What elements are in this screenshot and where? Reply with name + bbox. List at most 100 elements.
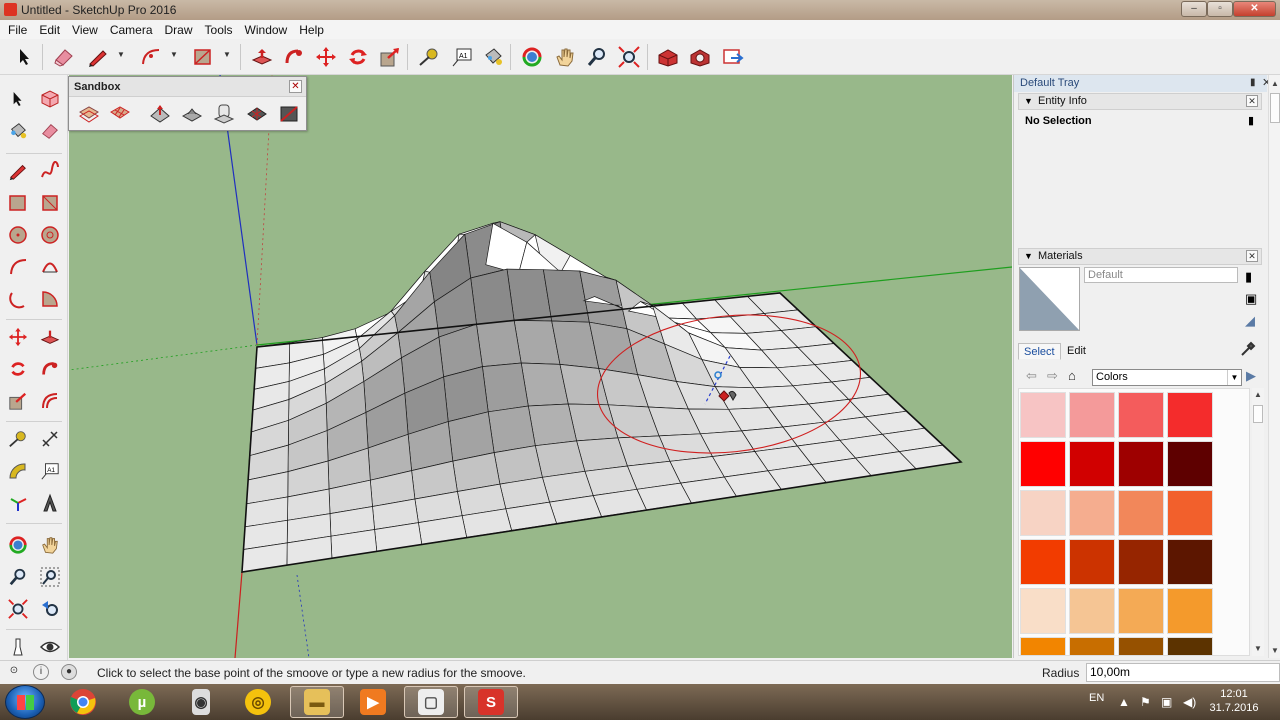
color-swatch[interactable] — [1118, 441, 1164, 487]
color-swatch[interactable] — [1069, 490, 1115, 536]
sandbox-titlebar[interactable]: Sandbox ✕ — [69, 77, 306, 97]
tape-measure-icon[interactable] — [6, 427, 30, 451]
paint-bucket-icon[interactable] — [481, 45, 505, 69]
eraser-icon[interactable] — [52, 45, 76, 69]
menu-draw[interactable]: Draw — [159, 23, 199, 37]
from-contours-icon[interactable] — [76, 101, 102, 127]
paint-bucket-icon[interactable] — [6, 119, 30, 143]
line-dropdown-icon[interactable]: ▼ — [117, 50, 127, 62]
tab-select[interactable]: Select — [1018, 343, 1061, 360]
menu-tools[interactable]: Tools — [199, 23, 239, 37]
follow-me-icon[interactable] — [38, 357, 62, 381]
add-detail-icon[interactable] — [244, 101, 270, 127]
display-secondary-pane-icon[interactable]: ▮ — [1245, 269, 1252, 285]
utorrent-taskbar-icon[interactable]: µ — [115, 686, 169, 718]
volume-icon[interactable]: ◀) — [1183, 695, 1196, 709]
color-swatch[interactable] — [1167, 392, 1213, 438]
action-center-flag-icon[interactable]: ⚑ — [1140, 695, 1151, 709]
rectangle-icon[interactable] — [6, 191, 30, 215]
materials-close-icon[interactable]: ✕ — [1246, 250, 1258, 262]
three-point-arc-icon[interactable] — [6, 287, 30, 311]
menu-help[interactable]: Help — [293, 23, 330, 37]
previous-view-icon[interactable] — [38, 597, 62, 621]
rectangle-icon[interactable] — [191, 45, 215, 69]
arc-icon[interactable] — [139, 45, 163, 69]
pan-hand-icon[interactable] — [553, 45, 577, 69]
color-swatch[interactable] — [1020, 637, 1066, 655]
color-swatch[interactable] — [1167, 490, 1213, 536]
zoom-extents-icon[interactable] — [617, 45, 641, 69]
smoove-icon[interactable] — [147, 101, 173, 127]
dimension-icon[interactable] — [38, 427, 62, 451]
color-swatch[interactable] — [1020, 490, 1066, 536]
material-name-field[interactable]: Default — [1084, 267, 1238, 283]
two-point-arc-icon[interactable] — [38, 255, 62, 279]
arc-dropdown-icon[interactable]: ▼ — [170, 50, 180, 62]
from-scratch-icon[interactable] — [107, 101, 133, 127]
move-icon[interactable] — [314, 45, 338, 69]
color-swatch[interactable] — [1069, 441, 1115, 487]
create-material-icon[interactable]: ▣ — [1245, 291, 1257, 307]
minimize-button[interactable]: – — [1181, 1, 1207, 17]
swatch-scrollbar[interactable]: ▲ ▼ — [1252, 388, 1264, 656]
color-swatch[interactable] — [1167, 637, 1213, 655]
send-to-layout-icon[interactable] — [721, 45, 745, 69]
drape-icon[interactable] — [211, 101, 237, 127]
scroll-up-icon[interactable]: ▲ — [1271, 79, 1279, 88]
rotate-icon[interactable] — [6, 357, 30, 381]
scroll-down-icon[interactable]: ▼ — [1271, 646, 1279, 655]
system-clock[interactable]: 12:01 31.7.2016 — [1208, 687, 1260, 715]
color-swatch[interactable] — [1167, 588, 1213, 634]
menu-view[interactable]: View — [66, 23, 104, 37]
scroll-up-icon[interactable]: ▲ — [1254, 390, 1262, 399]
scale-icon[interactable] — [378, 45, 402, 69]
color-swatch[interactable] — [1020, 441, 1066, 487]
back-arrow-icon[interactable]: ⇦ — [1026, 368, 1037, 384]
network-icon[interactable]: ▣ — [1161, 695, 1172, 709]
pencil-line-icon[interactable] — [86, 45, 110, 69]
scale-icon[interactable] — [6, 389, 30, 413]
shape-dropdown-icon[interactable]: ▼ — [223, 50, 233, 62]
details-arrow-icon[interactable]: ▶ — [1246, 368, 1256, 384]
color-swatch[interactable] — [1167, 441, 1213, 487]
color-swatch[interactable] — [1167, 539, 1213, 585]
speaker-app-taskbar-icon[interactable]: ◉ — [174, 686, 228, 718]
push-pull-icon[interactable] — [250, 45, 274, 69]
move-icon[interactable] — [6, 325, 30, 349]
color-swatch[interactable] — [1069, 588, 1115, 634]
push-pull-icon[interactable] — [38, 325, 62, 349]
collection-dropdown[interactable]: Colors ▼ — [1092, 369, 1242, 386]
make-component-icon[interactable] — [38, 87, 62, 111]
geo-location-icon[interactable]: ⊙ — [6, 664, 22, 680]
color-swatch[interactable] — [1118, 392, 1164, 438]
polygon-icon[interactable] — [38, 223, 62, 247]
sandbox-close-button[interactable]: ✕ — [289, 80, 302, 93]
follow-me-icon[interactable] — [282, 45, 306, 69]
maximize-button[interactable]: ▫ — [1207, 1, 1233, 17]
protractor-icon[interactable] — [6, 459, 30, 483]
sandbox-toolbar[interactable]: Sandbox ✕ — [68, 76, 307, 131]
color-swatch[interactable] — [1020, 539, 1066, 585]
text-label-icon[interactable]: A1 — [450, 45, 474, 69]
terrain-scene[interactable] — [69, 75, 1012, 658]
3d-warehouse-icon[interactable] — [656, 45, 680, 69]
flip-edge-icon[interactable] — [276, 101, 302, 127]
stamp-icon[interactable] — [179, 101, 205, 127]
eyedropper-icon[interactable] — [1240, 341, 1256, 360]
home-icon[interactable]: ⌂ — [1068, 368, 1076, 383]
position-camera-icon[interactable] — [6, 635, 30, 659]
orbit-icon[interactable] — [6, 533, 30, 557]
media-player-taskbar-icon[interactable]: ◎ — [231, 686, 285, 718]
forward-arrow-icon[interactable]: ⇨ — [1047, 368, 1058, 384]
pie-icon[interactable] — [38, 287, 62, 311]
rotated-rectangle-icon[interactable] — [38, 191, 62, 215]
scroll-thumb[interactable] — [1253, 405, 1263, 423]
user-account-icon[interactable]: ● — [61, 664, 77, 680]
sample-paint-icon[interactable]: ◢ — [1245, 313, 1255, 329]
tray-scrollbar[interactable]: ▲ ▼ — [1268, 75, 1280, 658]
color-swatch[interactable] — [1020, 392, 1066, 438]
scroll-thumb[interactable] — [1270, 93, 1280, 123]
circle-icon[interactable] — [6, 223, 30, 247]
orbit-icon[interactable] — [520, 45, 544, 69]
info-icon[interactable]: i — [33, 664, 49, 680]
